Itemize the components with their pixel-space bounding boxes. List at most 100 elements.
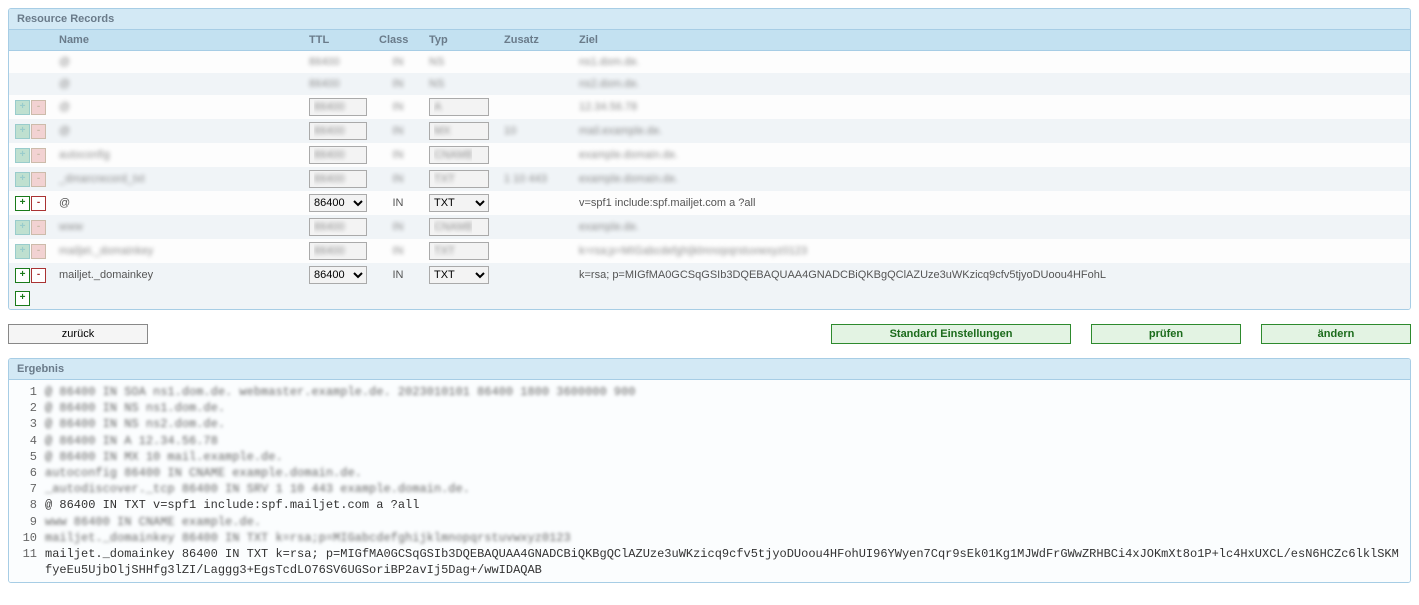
line-number: 1 — [15, 384, 37, 400]
col-name: Name — [53, 30, 303, 51]
cell-name: mailjet._domainkey — [53, 239, 303, 263]
add-row-button: + — [15, 124, 30, 139]
cell-ziel: example.de. — [573, 215, 1410, 239]
col-ziel: Ziel — [573, 30, 1410, 51]
cell-name: mailjet._domainkey — [53, 263, 303, 287]
line-text: autoconfig 86400 IN CNAME example.domain… — [45, 465, 362, 481]
change-button[interactable]: ändern — [1261, 324, 1411, 344]
table-row: +-mailjet._domainkey86400INTXTk=rsa;p=MI… — [9, 239, 1410, 263]
col-buttons — [9, 30, 53, 51]
ttl-select[interactable]: 86400 — [309, 266, 367, 284]
result-line: 5@ 86400 IN MX 10 mail.example.de. — [15, 449, 1404, 465]
cell-ttl: 86400 — [303, 95, 373, 119]
result-body: 1 @ 86400 IN SOA ns1.dom.de. webmaster.ex… — [9, 380, 1410, 582]
line-text: @ 86400 IN NS ns1.dom.de. — [45, 400, 225, 416]
typ-select[interactable]: MX — [429, 122, 489, 140]
cell-ziel: 12.34.56.78 — [573, 95, 1410, 119]
cell-name: _dmarcrecord_txt — [53, 167, 303, 191]
line-number: 2 — [15, 400, 37, 416]
table-row: +-www86400INCNAMEexample.de. — [9, 215, 1410, 239]
cell-zusatz — [498, 51, 573, 73]
ttl-select[interactable]: 86400 — [309, 146, 367, 164]
resource-records-panel: Resource Records Name TTL Class Typ Zusa… — [8, 8, 1411, 310]
line-number: 11 — [15, 546, 37, 578]
ttl-select[interactable]: 86400 — [309, 122, 367, 140]
typ-select[interactable]: TXT — [429, 170, 489, 188]
add-row-button[interactable]: + — [15, 291, 30, 306]
ttl-select[interactable]: 86400 — [309, 218, 367, 236]
add-row-button: + — [15, 148, 30, 163]
standard-settings-button[interactable]: Standard Einstellungen — [831, 324, 1071, 344]
typ-select[interactable]: TXT — [429, 242, 489, 260]
result-line: 7 _autodiscover._tcp 86400 IN SRV 1 10 44… — [15, 481, 1404, 497]
line-number: 3 — [15, 416, 37, 432]
result-title: Ergebnis — [9, 359, 1410, 380]
line-number: 7 — [15, 481, 37, 497]
add-row-button: + — [15, 172, 30, 187]
typ-select[interactable]: TXT — [429, 266, 489, 284]
add-row-button[interactable]: + — [15, 196, 30, 211]
cell-typ: NS — [423, 51, 498, 73]
table-row: @86400INNSns2.dom.de. — [9, 73, 1410, 95]
result-line: 4@ 86400 IN A 12.34.56.78 — [15, 433, 1404, 449]
cell-zusatz: 1 10 443 — [498, 167, 573, 191]
records-table: Name TTL Class Typ Zusatz Ziel @86400INN… — [9, 30, 1410, 309]
cell-name: @ — [53, 191, 303, 215]
cell-ttl: 86400 — [303, 215, 373, 239]
cell-typ: TXT — [423, 191, 498, 215]
col-zusatz: Zusatz — [498, 30, 573, 51]
cell-class: IN — [373, 95, 423, 119]
cell-ttl: 86400 — [303, 263, 373, 287]
typ-select[interactable]: CNAME — [429, 146, 489, 164]
cell-name: www — [53, 215, 303, 239]
table-row: @86400INNSns1.dom.de. — [9, 51, 1410, 73]
cell-ziel: k=rsa; p=MIGfMA0GCSqGSIb3DQEBAQUAA4GNADC… — [573, 263, 1410, 287]
typ-select[interactable]: TXT — [429, 194, 489, 212]
line-number: 5 — [15, 449, 37, 465]
check-button[interactable]: prüfen — [1091, 324, 1241, 344]
delete-row-button: - — [31, 244, 46, 259]
cell-class: IN — [373, 239, 423, 263]
add-row-button: + — [15, 220, 30, 235]
line-number: 4 — [15, 433, 37, 449]
col-typ: Typ — [423, 30, 498, 51]
typ-select[interactable]: A — [429, 98, 489, 116]
cell-class: IN — [373, 263, 423, 287]
cell-ziel: ns1.dom.de. — [573, 51, 1410, 73]
ttl-select[interactable]: 86400 — [309, 98, 367, 116]
cell-class: IN — [373, 51, 423, 73]
table-row: +-@86400INTXTv=spf1 include:spf.mailjet.… — [9, 191, 1410, 215]
add-row-button[interactable]: + — [15, 268, 30, 283]
delete-row-button[interactable]: - — [31, 268, 46, 283]
table-row: +-autoconfig86400INCNAMEexample.domain.d… — [9, 143, 1410, 167]
add-row-button: + — [15, 100, 30, 115]
ttl-select[interactable]: 86400 — [309, 242, 367, 260]
line-text: mailjet._domainkey 86400 IN TXT k=rsa; p… — [45, 546, 1404, 578]
result-line: 11mailjet._domainkey 86400 IN TXT k=rsa;… — [15, 546, 1404, 578]
ttl-select[interactable]: 86400 — [309, 170, 367, 188]
delete-row-button: - — [31, 124, 46, 139]
cell-typ: NS — [423, 73, 498, 95]
back-button[interactable]: zurück — [8, 324, 148, 344]
action-buttons: zurück Standard Einstellungen prüfen änd… — [8, 324, 1411, 344]
cell-typ: CNAME — [423, 143, 498, 167]
line-text: @ 86400 IN SOA ns1.dom.de. webmaster.exa… — [45, 384, 636, 400]
cell-ttl: 86400 — [303, 73, 373, 95]
result-line: 9www 86400 IN CNAME example.de. — [15, 514, 1404, 530]
col-ttl: TTL — [303, 30, 373, 51]
typ-select[interactable]: CNAME — [429, 218, 489, 236]
line-number: 6 — [15, 465, 37, 481]
delete-row-button[interactable]: - — [31, 196, 46, 211]
result-line: 6 autoconfig 86400 IN CNAME example.domai… — [15, 465, 1404, 481]
cell-name: autoconfig — [53, 143, 303, 167]
cell-class: IN — [373, 119, 423, 143]
cell-typ: CNAME — [423, 215, 498, 239]
cell-ttl: 86400 — [303, 119, 373, 143]
delete-row-button: - — [31, 100, 46, 115]
result-line: 10mailjet._domainkey 86400 IN TXT k=rsa;… — [15, 530, 1404, 546]
result-line: 1 @ 86400 IN SOA ns1.dom.de. webmaster.ex… — [15, 384, 1404, 400]
cell-ziel: mail.example.de. — [573, 119, 1410, 143]
cell-zusatz — [498, 263, 573, 287]
ttl-select[interactable]: 86400 — [309, 194, 367, 212]
line-text: _autodiscover._tcp 86400 IN SRV 1 10 443… — [45, 481, 470, 497]
